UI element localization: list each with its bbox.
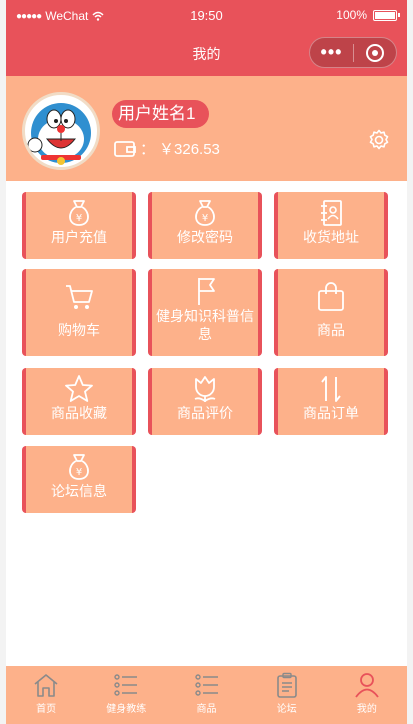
home-icon: [34, 674, 58, 697]
svg-text:¥: ¥: [76, 467, 82, 478]
menu-item-label: 商品订单: [303, 405, 359, 421]
user-icon: [355, 673, 379, 698]
wallet-icon: [114, 140, 136, 157]
tab-label: 论坛: [276, 704, 297, 715]
tab-label: 健身教练: [106, 704, 147, 715]
money-bag-icon: ¥: [195, 200, 215, 226]
menu-item-change-password[interactable]: ¥ 修改密码: [148, 192, 262, 259]
tulip-icon: [194, 376, 216, 402]
battery-percent: 100%: [336, 8, 367, 22]
menu-item-favorites[interactable]: 商品收藏: [22, 368, 136, 435]
gear-icon: [369, 129, 389, 150]
menu-item-products[interactable]: 商品: [274, 269, 388, 356]
menu-item-reviews[interactable]: 商品评价: [148, 368, 262, 435]
menu-item-recharge[interactable]: ¥ 用户充值: [22, 192, 136, 259]
doraemon-avatar-image: [27, 103, 91, 165]
clipboard-icon: [276, 672, 297, 698]
bottom-tab-bar: 首页 健身教练 商品 论坛 我的: [6, 666, 407, 724]
close-miniprogram-button[interactable]: [354, 43, 396, 62]
menu-item-label: 健身知识科普信息: [156, 308, 254, 342]
settings-button[interactable]: [367, 128, 391, 157]
menu-item-cart[interactable]: 购物车: [22, 269, 136, 356]
svg-text:¥: ¥: [76, 213, 82, 224]
tab-label: 商品: [196, 704, 217, 715]
navigation-bar: 我的 •••: [6, 30, 407, 76]
status-bar: ●●●●● WeChat 19:50 100%: [6, 0, 407, 30]
balance-colon: ：: [140, 141, 156, 158]
battery-icon: [373, 9, 400, 21]
tab-forum[interactable]: 论坛: [247, 666, 327, 724]
menu-item-label: 用户充值: [51, 229, 107, 245]
tab-label: 首页: [36, 704, 57, 715]
shopping-bag-icon: [318, 282, 344, 311]
tab-label: 我的: [356, 704, 377, 715]
menu-item-forum[interactable]: ¥ 论坛信息: [22, 446, 136, 513]
menu-item-label: 商品: [317, 322, 345, 338]
tab-mine[interactable]: 我的: [327, 666, 407, 724]
wallet-balance: ： ￥326.53: [114, 138, 220, 159]
menu-item-orders[interactable]: 商品订单: [274, 368, 388, 435]
tab-products[interactable]: 商品: [166, 666, 246, 724]
menu-item-label: 商品收藏: [51, 405, 107, 421]
balance-amount: ￥326.53: [159, 141, 220, 158]
more-menu-icon[interactable]: •••: [310, 38, 353, 67]
menu-item-label: 论坛信息: [51, 483, 107, 499]
sort-icon: [321, 376, 341, 402]
tab-home[interactable]: 首页: [6, 666, 86, 724]
tab-coaches[interactable]: 健身教练: [86, 666, 166, 724]
profile-header: 用户姓名1 ： ￥326.53: [6, 76, 407, 181]
miniprogram-capsule: •••: [309, 37, 397, 68]
money-bag-icon: ¥: [69, 454, 89, 480]
menu-item-label: 商品评价: [177, 405, 233, 421]
avatar[interactable]: [22, 92, 100, 170]
cart-icon: [66, 285, 93, 309]
menu-item-fitness-knowledge[interactable]: 健身知识科普信息: [148, 269, 262, 356]
list-icon: [194, 674, 218, 696]
list-icon: [114, 674, 138, 696]
target-icon: [365, 43, 384, 62]
menu-item-label: 修改密码: [177, 229, 233, 245]
money-bag-icon: ¥: [69, 200, 89, 226]
address-book-icon: [321, 200, 342, 226]
battery-info: 100%: [336, 8, 400, 22]
username-badge: 用户姓名1: [112, 100, 210, 128]
flag-icon: [198, 278, 215, 305]
menu-item-label: 购物车: [58, 322, 100, 338]
menu-item-address[interactable]: 收货地址: [274, 192, 388, 259]
svg-text:¥: ¥: [202, 213, 208, 224]
menu-item-label: 收货地址: [303, 229, 359, 245]
star-icon: [65, 375, 93, 402]
